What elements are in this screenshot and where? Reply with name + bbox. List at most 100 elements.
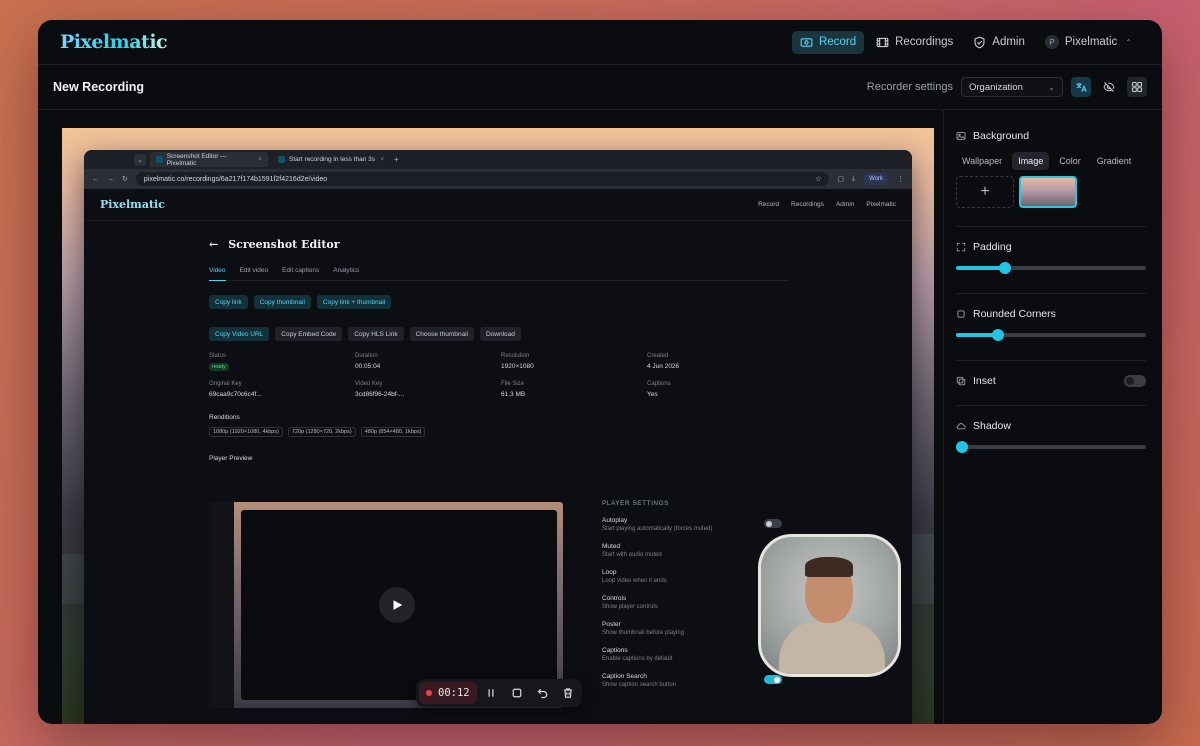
corners-section: Rounded Corners <box>956 308 1146 361</box>
meta-value: Yes <box>647 391 658 398</box>
toggle <box>764 519 782 528</box>
nav-recordings[interactable]: Recordings <box>868 31 961 54</box>
setting-loop: Loop Loop video when it ends <box>602 569 782 584</box>
slider-knob[interactable] <box>956 441 968 453</box>
shadow-slider[interactable] <box>956 440 1146 454</box>
copy-thumbnail-pill: Copy thumbnail <box>253 295 311 309</box>
pause-button[interactable] <box>481 682 503 704</box>
player-settings: PLAYER SETTINGS Autoplay Start playing au… <box>602 500 782 699</box>
inner-logo: Pixelmatic <box>100 198 165 211</box>
trash-icon <box>564 688 573 698</box>
inner-nav-item: Record <box>758 201 780 208</box>
action-pill: Copy Embed Code <box>275 327 343 341</box>
sub-bar: New Recording Recorder settings Organiza… <box>38 65 1162 110</box>
add-image-button[interactable]: + <box>956 176 1014 208</box>
setting-desc: Show player controls <box>602 604 658 610</box>
background-image-thumb[interactable] <box>1019 176 1077 208</box>
tab-gradient[interactable]: Gradient <box>1091 152 1138 170</box>
recorder-settings: Recorder settings Organization ⌄ <box>867 77 1147 97</box>
tab-wallpaper[interactable]: Wallpaper <box>956 152 1008 170</box>
action-buttons: Copy Video URL Copy Embed Code Copy HLS … <box>209 327 789 341</box>
tab-color[interactable]: Color <box>1053 152 1087 170</box>
editor-title: ← Screenshot Editor <box>209 238 789 251</box>
copy-link-thumbnail-pill: Copy link + thumbnail <box>316 295 392 309</box>
inner-app-header: Pixelmatic Record Recordings Admin Pixel… <box>84 189 912 221</box>
webcam-person-body <box>779 621 885 674</box>
expand-icon <box>956 242 966 252</box>
inner-nav: Record Recordings Admin Pixelmatic <box>758 201 896 208</box>
setting-captions: Captions Enable captions by default <box>602 647 782 662</box>
hide-button[interactable] <box>1099 77 1119 97</box>
timer-text: 00:12 <box>438 687 470 699</box>
nav-admin-label: Admin <box>992 36 1025 48</box>
eye-off-icon <box>1103 82 1115 92</box>
film-icon <box>876 37 889 47</box>
stop-button[interactable] <box>506 682 528 704</box>
meta-label: Video Key <box>355 381 383 387</box>
layout-button[interactable] <box>1127 77 1147 97</box>
status-badge: ready <box>209 363 229 371</box>
meta-value: 00:05:04 <box>355 363 381 370</box>
shadow-header: Shadow <box>956 420 1146 432</box>
recorder-settings-select[interactable]: Organization ⌄ <box>961 77 1063 97</box>
meta-label: Captions <box>647 381 671 387</box>
undo-icon <box>537 688 547 699</box>
nav-admin[interactable]: Admin <box>965 31 1033 54</box>
editor-title-text: Screenshot Editor <box>228 238 340 251</box>
inset-section: Inset <box>956 375 1146 406</box>
setting-desc: Enable captions by default <box>602 656 673 662</box>
nav-recordings-label: Recordings <box>895 36 954 48</box>
meta-label: Resolution <box>501 353 530 359</box>
tab-image[interactable]: Image <box>1012 152 1050 170</box>
download-icon: ⤓ <box>852 175 856 182</box>
padding-slider[interactable] <box>956 261 1146 275</box>
recording-canvas[interactable]: ⌄ Screenshot Editor — Pixelmatic × Start… <box>62 128 934 724</box>
setting-autoplay: Autoplay Start playing automatically (for… <box>602 517 782 532</box>
meta-value: 3cd86f96-24bf-... <box>355 391 405 398</box>
address-url: pixelmatic.co/recordings/6a217f174b1591f… <box>143 175 328 183</box>
rendition-tag: 720p (1280×720, 2kbps) <box>287 427 356 437</box>
setting-title: Loop <box>602 569 617 576</box>
favicon <box>278 156 285 163</box>
slider-knob[interactable] <box>991 329 1004 341</box>
stop-icon <box>512 688 522 698</box>
setting-desc: Show thumbnail before playing <box>602 630 685 636</box>
user-menu[interactable]: P Pixelmatic ⌃ <box>1037 31 1140 54</box>
user-name: Pixelmatic <box>1064 36 1118 48</box>
nav-record[interactable]: Record <box>792 30 865 54</box>
padding-label: Padding <box>973 241 1012 253</box>
background-type-tabs: Wallpaper Image Color Gradient <box>956 152 1146 170</box>
background-images: + <box>956 176 1146 208</box>
app-logo[interactable]: Pixelmatic <box>60 31 168 53</box>
slider-fill <box>956 266 1006 270</box>
back-arrow-icon: ← <box>209 238 219 251</box>
background-header: Background <box>956 130 1146 142</box>
browser-tab-title: Start recording in less than 3s <box>289 156 375 163</box>
setting-desc: Loop video when it ends <box>602 578 667 584</box>
meta-value: 1920×1080 <box>501 363 534 370</box>
translate-icon <box>1076 82 1087 92</box>
browser-address-row: ← → ↻ pixelmatic.co/recordings/6a217f174… <box>84 169 912 189</box>
renditions-title: Renditions <box>209 414 240 421</box>
editor-tab: Video <box>209 267 226 281</box>
slider-knob[interactable] <box>999 262 1012 274</box>
editor-tab: Edit captions <box>282 267 320 274</box>
select-value: Organization <box>969 81 1023 93</box>
corners-label: Rounded Corners <box>973 308 1056 320</box>
corners-slider[interactable] <box>956 328 1146 342</box>
toggle <box>764 675 782 684</box>
delete-button[interactable] <box>557 682 579 704</box>
inset-toggle[interactable] <box>1124 375 1146 387</box>
player-settings-heading: PLAYER SETTINGS <box>602 500 669 507</box>
setting-title: Captions <box>602 647 628 654</box>
setting-title: Poster <box>602 621 621 628</box>
restart-button[interactable] <box>532 682 554 704</box>
translate-button[interactable] <box>1071 77 1091 97</box>
webcam-bubble[interactable] <box>758 534 901 677</box>
meta-value: 61.3 MB <box>501 391 526 398</box>
recording-dot-icon <box>426 690 432 696</box>
meta-label: Duration <box>355 353 378 359</box>
editor-tab: Edit video <box>239 267 269 274</box>
menu-icon: ⋮ <box>897 176 904 183</box>
rendition-tag: 1080p (1920×1080, 4kbps) <box>209 427 283 437</box>
